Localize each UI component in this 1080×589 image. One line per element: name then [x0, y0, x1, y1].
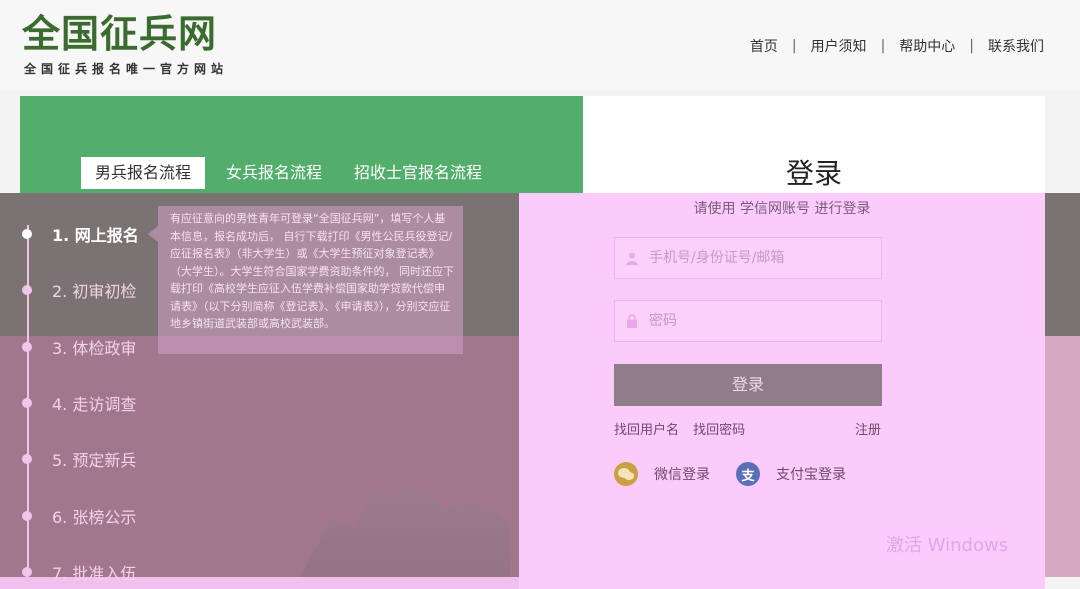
wechat-login[interactable]: 微信登录	[614, 462, 710, 486]
step-online-registration[interactable]: 1. 网上报名	[22, 222, 139, 246]
step-physical-political-check[interactable]: 3. 体检政审	[22, 335, 136, 359]
nav-separator: |	[791, 38, 797, 54]
step-preselect-recruit[interactable]: 5. 预定新兵	[22, 447, 136, 471]
wechat-login-label: 微信登录	[654, 467, 710, 483]
background-image-right	[1045, 336, 1080, 577]
step-dot	[22, 342, 32, 352]
forgot-username-link[interactable]: 找回用户名	[614, 423, 679, 438]
tab-nco-process[interactable]: 招收士官报名流程	[340, 157, 496, 189]
step-dot	[22, 229, 32, 239]
windows-activation-watermark: 激活 Windows	[886, 535, 1009, 556]
lock-icon	[627, 314, 637, 328]
user-icon	[626, 252, 638, 265]
nav-separator: |	[880, 38, 886, 54]
step-public-notice[interactable]: 6. 张榜公示	[22, 504, 136, 528]
step-dot	[22, 285, 32, 295]
nav-separator: |	[969, 38, 974, 54]
step-tooltip: 有应征意向的男性青年可登录“全国征兵网”，填写个人基本信息，报名成功后， 自行下…	[148, 206, 463, 354]
nav-home[interactable]: 首页	[750, 36, 778, 56]
tab-female-process[interactable]: 女兵报名流程	[212, 157, 336, 189]
overlay-band-right	[1045, 193, 1080, 336]
step-label: 1. 网上报名	[52, 226, 139, 245]
nav-user-notice[interactable]: 用户须知	[811, 36, 867, 56]
login-title: 登录	[785, 157, 842, 190]
step-preliminary-check[interactable]: 2. 初审初检	[22, 278, 136, 302]
site-logo-title[interactable]: 全国征兵网	[22, 12, 217, 56]
nav-contact-us[interactable]: 联系我们	[988, 36, 1044, 56]
step-enlistment-approval[interactable]: 7. 批准入伍	[22, 560, 136, 584]
step-label: 5. 预定新兵	[52, 451, 137, 470]
register-link[interactable]: 注册	[855, 419, 881, 438]
step-dot	[22, 398, 32, 408]
step-dot	[22, 511, 32, 521]
alipay-login[interactable]: 支 支付宝登录	[736, 462, 846, 486]
nav-help-center[interactable]: 帮助中心	[899, 36, 955, 56]
password-field[interactable]	[614, 300, 882, 342]
step-dot	[22, 567, 32, 577]
step-label: 3. 体检政审	[52, 339, 137, 358]
username-input[interactable]	[647, 249, 871, 267]
forgot-password-link[interactable]: 找回密码	[693, 423, 745, 438]
username-field[interactable]	[614, 237, 882, 279]
site-logo-subtitle: 全国征兵报名唯一官方网站	[24, 62, 229, 76]
header: 全国征兵网 全国征兵报名唯一官方网站 首页 | 用户须知 | 帮助中心 | 联系…	[0, 0, 1080, 90]
step-label: 4. 走访调查	[52, 395, 137, 414]
tab-male-process[interactable]: 男兵报名流程	[81, 157, 206, 189]
recovery-links: 找回用户名 找回密码	[614, 419, 755, 438]
top-nav: 首页 | 用户须知 | 帮助中心 | 联系我们	[750, 36, 1044, 56]
step-home-visit[interactable]: 4. 走访调查	[22, 391, 136, 415]
login-hint: 请使用 学信网账号 进行登录	[693, 201, 871, 217]
login-button[interactable]: 登录	[614, 364, 882, 406]
step-label: 6. 张榜公示	[52, 508, 137, 527]
wechat-icon	[614, 462, 638, 486]
step-dot	[22, 454, 32, 464]
alipay-icon: 支	[736, 462, 760, 486]
alipay-login-label: 支付宝登录	[776, 467, 846, 483]
step-label: 7. 批准入伍	[52, 564, 137, 583]
password-input[interactable]	[647, 312, 871, 330]
step-label: 2. 初审初检	[52, 282, 137, 301]
